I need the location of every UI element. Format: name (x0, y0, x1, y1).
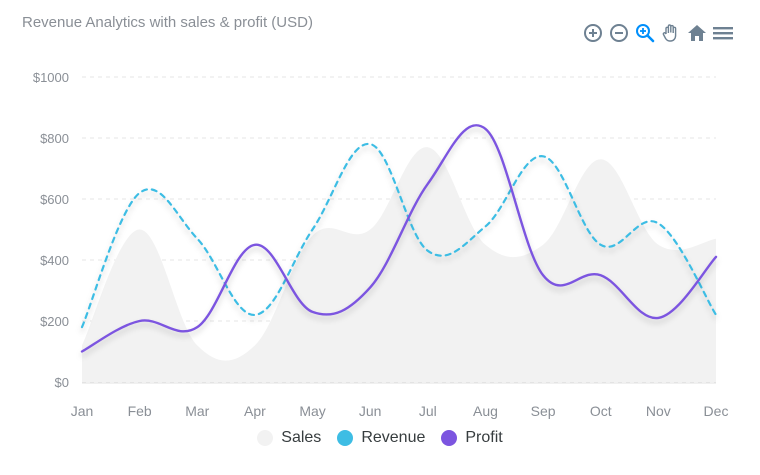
x-tick-label: Mar (185, 403, 209, 419)
x-tick-label: Dec (704, 403, 729, 419)
x-tick-label: Sep (531, 403, 556, 419)
x-tick-label: Oct (590, 403, 612, 419)
x-axis: Jan Feb Mar Apr May Jun Jul Aug Sep Oct Nov Dec (71, 382, 729, 419)
x-tick-label: Jul (419, 403, 437, 419)
x-tick-label: Apr (244, 403, 266, 419)
legend-marker (337, 430, 354, 446)
legend-marker (257, 430, 274, 446)
x-tick-label: Feb (128, 403, 152, 419)
x-tick-label: Nov (646, 403, 671, 419)
x-tick-label: Jun (359, 403, 382, 419)
y-tick-label: $0 (55, 375, 69, 390)
legend-item-sales[interactable]: Sales (257, 429, 321, 447)
y-tick-label: $800 (40, 131, 69, 146)
legend: Sales Revenue Profit (0, 429, 760, 447)
legend-label: Revenue (361, 429, 426, 446)
y-tick-label: $1000 (33, 70, 69, 85)
legend-item-revenue[interactable]: Revenue (337, 429, 425, 447)
legend-label: Sales (281, 429, 322, 446)
y-axis: $0 $200 $400 $600 $800 $1000 (33, 70, 69, 390)
y-tick-label: $200 (40, 314, 69, 329)
y-tick-label: $600 (40, 192, 69, 207)
x-tick-label: Aug (473, 403, 498, 419)
x-tick-label: May (299, 403, 325, 419)
legend-marker (441, 430, 458, 446)
chart-plot: $0$200$400$600$800$1000 Jan Feb Mar Apr May J… (33, 70, 729, 419)
x-tick-label: Jan (71, 403, 94, 419)
y-tick-label: $400 (40, 253, 69, 268)
series-group (80, 124, 718, 382)
legend-item-profit[interactable]: Profit (441, 429, 503, 447)
sales-area (82, 147, 716, 382)
legend-label: Profit (465, 429, 503, 446)
